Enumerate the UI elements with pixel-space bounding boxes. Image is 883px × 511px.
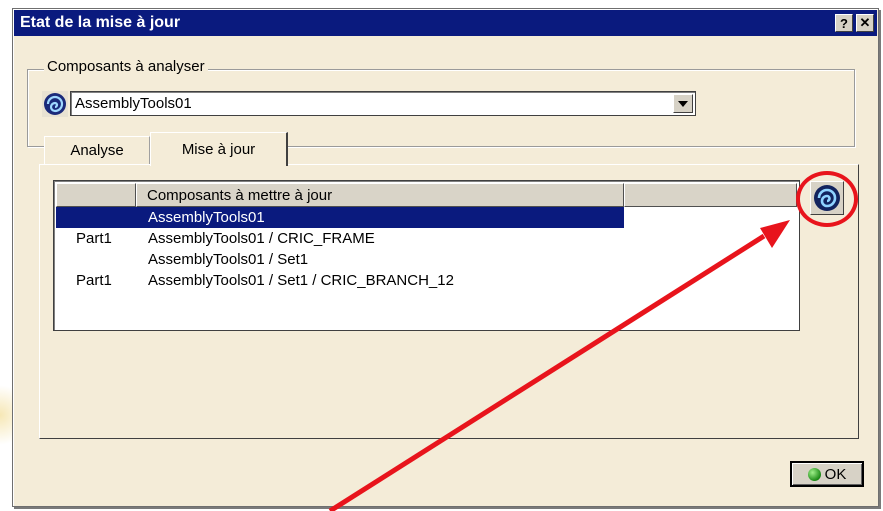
tab-mise-a-jour[interactable]: Mise à jour (150, 132, 288, 166)
row-component: AssemblyTools01 / Set1 (148, 251, 309, 268)
row-component: AssemblyTools01 (148, 209, 265, 226)
table-row[interactable]: AssemblyTools01 (56, 207, 797, 228)
dialog-title: Etat de la mise à jour (20, 14, 181, 31)
table-row[interactable]: Part1 AssemblyTools01 / Set1 / CRIC_BRAN… (56, 270, 797, 291)
combo-dropdown-button[interactable] (673, 94, 693, 113)
list-header: Composants à mettre à jour (56, 183, 797, 207)
help-button[interactable]: ? (835, 14, 853, 32)
row-component: AssemblyTools01 / Set1 / CRIC_BRANCH_12 (148, 272, 454, 289)
tab-analyse[interactable]: Analyse (44, 136, 150, 164)
title-bar: Etat de la mise à jour ? ✕ (14, 10, 877, 36)
row-type: Part1 (76, 230, 112, 247)
row-type: Part1 (76, 272, 112, 289)
row-selection-highlight (56, 207, 624, 228)
ok-button-label: OK (824, 465, 847, 483)
column-header-extra[interactable] (624, 183, 797, 207)
column-header-components[interactable]: Composants à mettre à jour (136, 183, 624, 207)
components-group-legend: Composants à analyser (44, 58, 208, 75)
components-to-update-list[interactable]: Composants à mettre à jour AssemblyTools… (53, 180, 800, 331)
components-combo[interactable]: AssemblyTools01 (70, 91, 696, 116)
update-swirl-icon (42, 91, 68, 117)
row-component: AssemblyTools01 / CRIC_FRAME (148, 230, 375, 247)
ok-button[interactable]: OK (790, 461, 864, 487)
close-button[interactable]: ✕ (856, 14, 874, 32)
table-row[interactable]: Part1 AssemblyTools01 / CRIC_FRAME (56, 228, 797, 249)
chevron-down-icon (678, 100, 688, 107)
green-dot-icon (807, 467, 821, 481)
components-combo-value: AssemblyTools01 (75, 95, 192, 112)
table-row[interactable]: AssemblyTools01 / Set1 (56, 249, 797, 270)
column-header-type[interactable] (56, 183, 136, 207)
highlight-circle-annotation (796, 171, 858, 227)
